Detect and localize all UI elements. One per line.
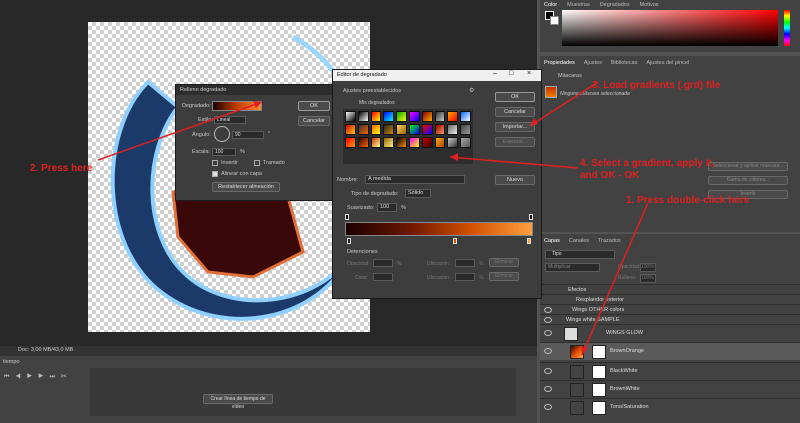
annotation-select-gradient-1: 4. Select a gradient, apply it,: [580, 158, 715, 169]
annotation-double-click: 1. Press double-click here: [626, 195, 750, 206]
annotation-load-gradients: 3. Load gradients (.grd) file: [592, 80, 721, 91]
annotation-arrows: [97, 81, 649, 356]
annotation-select-gradient-2: and OK - OK: [580, 170, 640, 181]
annotation-press-here: 2. Press here: [30, 163, 93, 174]
